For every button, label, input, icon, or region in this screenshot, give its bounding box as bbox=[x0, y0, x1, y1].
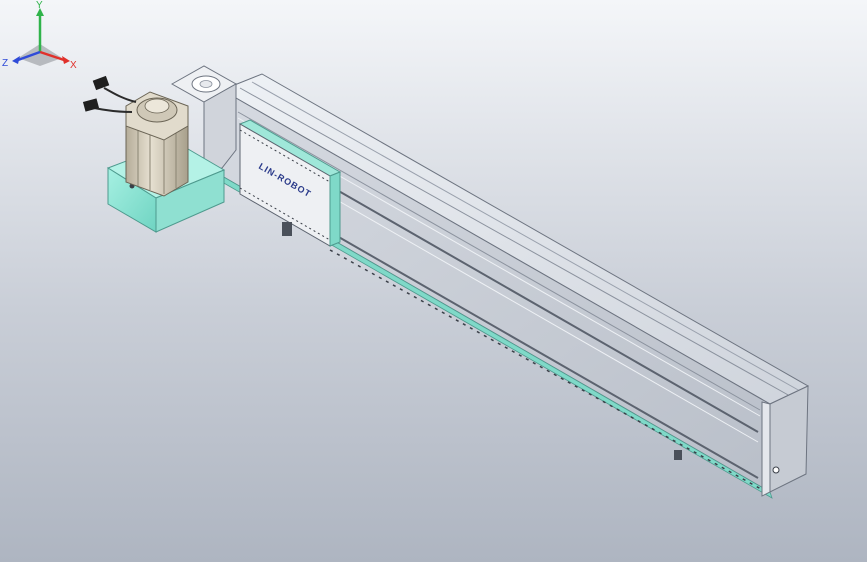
stepper-motor[interactable] bbox=[125, 91, 189, 197]
x-axis-label: X bbox=[70, 60, 77, 71]
3d-viewport[interactable]: LIN-ROBOT Y X Z bbox=[0, 0, 867, 562]
model-canvas[interactable]: LIN-ROBOT bbox=[0, 0, 867, 562]
connector-plug bbox=[92, 75, 110, 91]
cable bbox=[103, 87, 137, 103]
orientation-triad: Y X Z bbox=[2, 0, 77, 71]
rail-slot bbox=[329, 185, 759, 433]
end-cap-front bbox=[761, 401, 771, 497]
limit-sensor bbox=[674, 450, 682, 460]
rail-top-face bbox=[220, 73, 810, 405]
z-arrow-icon bbox=[12, 56, 20, 64]
end-cap-screw-hole bbox=[772, 466, 780, 474]
carriage-connector bbox=[282, 222, 292, 236]
carriage-side-edge bbox=[329, 171, 341, 247]
rail-groove bbox=[237, 111, 761, 411]
x-arrow-icon bbox=[62, 56, 70, 64]
linear-rail[interactable] bbox=[220, 73, 810, 499]
rail-slot bbox=[329, 195, 759, 443]
motor-rear-cap bbox=[144, 98, 170, 114]
z-axis-label: Z bbox=[2, 58, 8, 69]
end-cap-side bbox=[769, 385, 809, 493]
connector-plug bbox=[82, 98, 100, 112]
y-axis-label: Y bbox=[36, 0, 43, 11]
adapter-bore-inner bbox=[199, 80, 213, 88]
